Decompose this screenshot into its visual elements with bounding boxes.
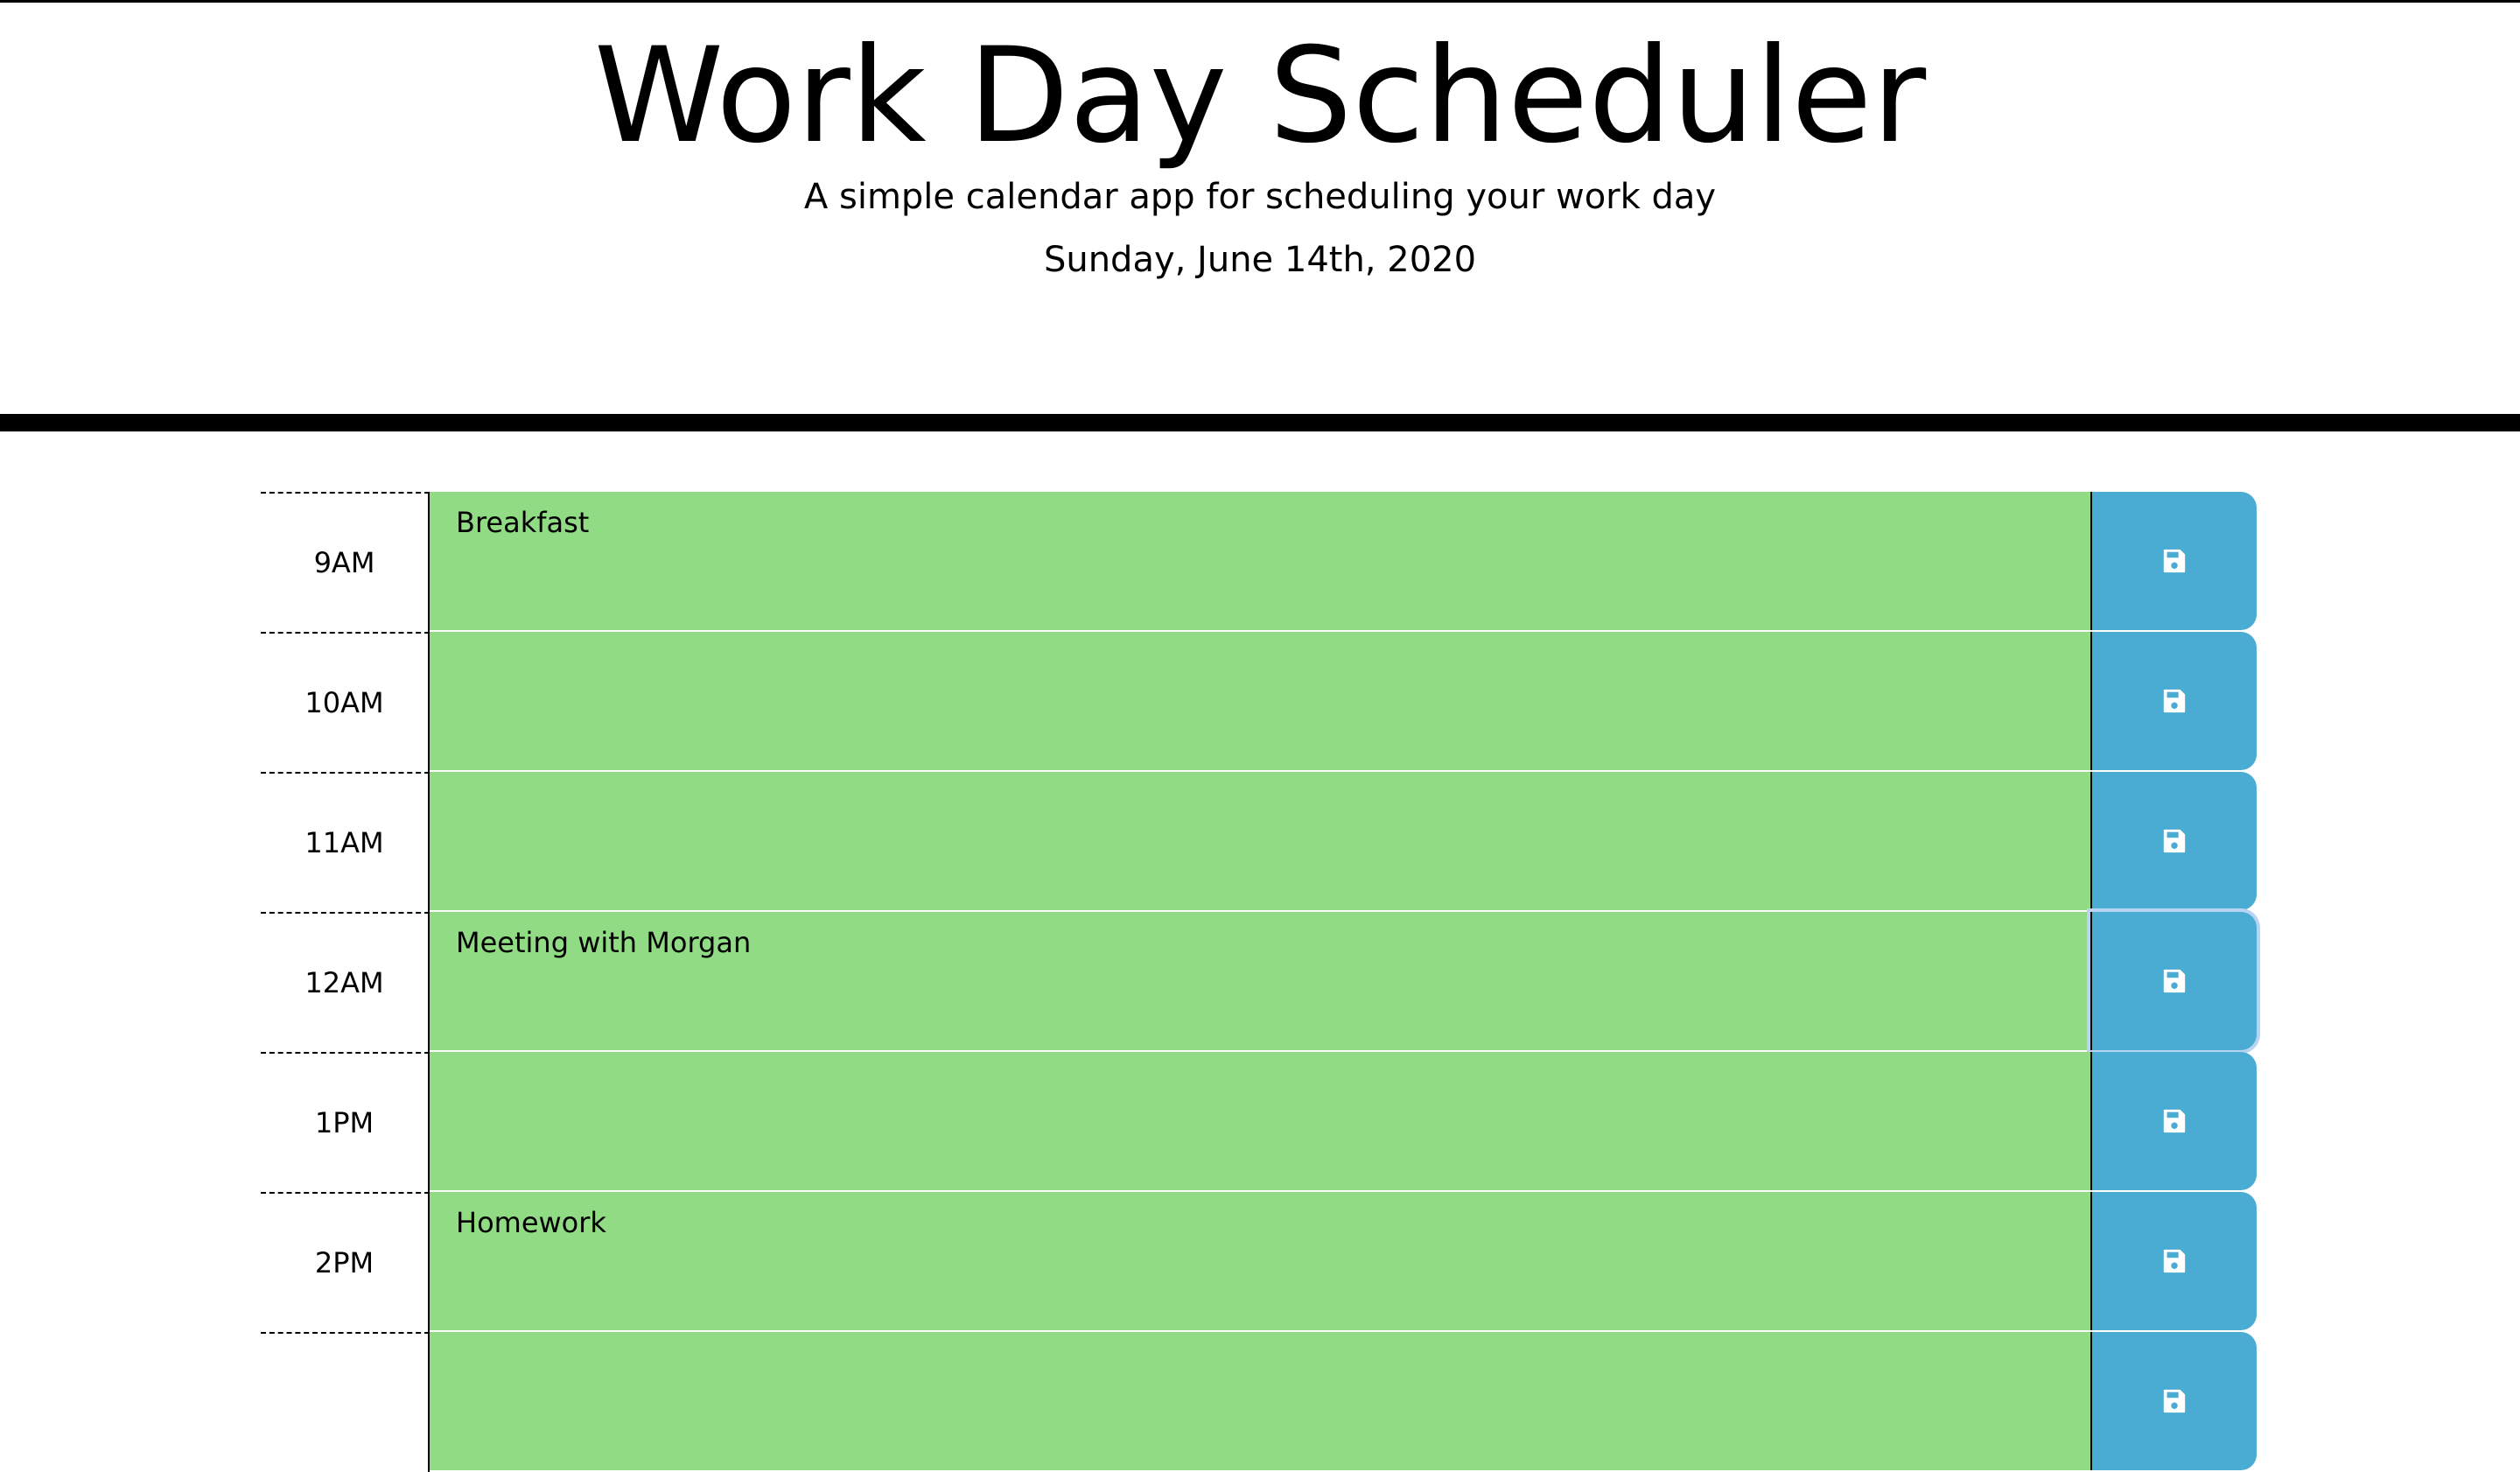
time-block: 1PM <box>261 1052 2259 1192</box>
hour-label: 11AM <box>261 772 430 912</box>
hour-label: 9AM <box>261 492 430 632</box>
hour-label: 1PM <box>261 1052 430 1192</box>
time-block: 10AM <box>261 632 2259 772</box>
event-description-input[interactable] <box>430 1332 2090 1472</box>
save-button[interactable] <box>2090 1192 2257 1330</box>
hour-label <box>261 1332 430 1472</box>
event-description-input[interactable] <box>430 1052 2090 1192</box>
save-button[interactable] <box>2090 1052 2257 1190</box>
event-description-input[interactable] <box>430 772 2090 912</box>
time-block: 2PM <box>261 1192 2259 1332</box>
event-description-input[interactable] <box>430 492 2090 632</box>
time-block: 11AM <box>261 772 2259 912</box>
hour-label: 2PM <box>261 1192 430 1332</box>
page-subtitle: A simple calendar app for scheduling you… <box>803 177 1717 217</box>
hour-label: 10AM <box>261 632 430 772</box>
floppy-disk-icon <box>2163 1249 2186 1273</box>
floppy-disk-icon <box>2163 1389 2186 1413</box>
hour-label: 12AM <box>261 912 430 1052</box>
floppy-disk-icon <box>2163 549 2186 573</box>
event-description-input[interactable] <box>430 1192 2090 1332</box>
save-button[interactable] <box>2090 632 2257 770</box>
floppy-disk-icon <box>2163 969 2186 993</box>
time-blocks-container: 9AM 10AM 11AM 12AM 1PM 2PM <box>261 492 2259 1472</box>
save-button[interactable] <box>2090 772 2257 910</box>
time-block: 12AM <box>261 912 2259 1052</box>
time-block: 9AM <box>261 492 2259 632</box>
floppy-disk-icon <box>2163 689 2186 713</box>
time-block <box>261 1332 2259 1472</box>
event-description-input[interactable] <box>430 912 2090 1052</box>
save-button[interactable] <box>2090 1332 2257 1470</box>
save-button[interactable] <box>2090 912 2257 1050</box>
page-header: Work Day Scheduler A simple calendar app… <box>0 3 2520 431</box>
save-button[interactable] <box>2090 492 2257 630</box>
event-description-input[interactable] <box>430 632 2090 772</box>
current-day: Sunday, June 14th, 2020 <box>1043 240 1477 280</box>
floppy-disk-icon <box>2163 829 2186 853</box>
floppy-disk-icon <box>2163 1109 2186 1133</box>
page-title: Work Day Scheduler <box>593 20 1927 172</box>
